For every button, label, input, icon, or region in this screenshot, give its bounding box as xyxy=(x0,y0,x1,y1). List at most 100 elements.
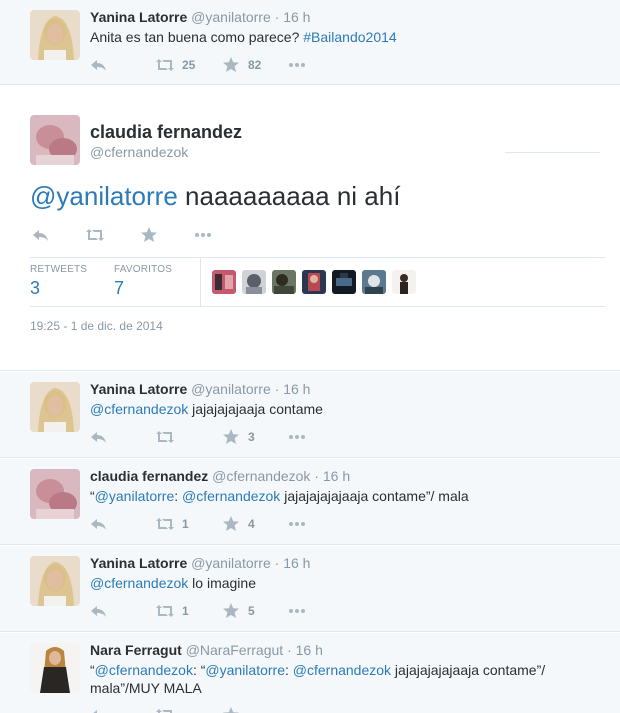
tweet-actions xyxy=(90,707,288,713)
reply-icon xyxy=(90,603,108,619)
favorites-count: 7 xyxy=(114,278,125,298)
favorite-button[interactable] xyxy=(222,707,288,713)
mention-link[interactable]: @cfernandezok xyxy=(90,575,188,591)
reply-button[interactable] xyxy=(90,429,156,445)
retweet-button[interactable] xyxy=(156,707,222,713)
mention-link[interactable]: @cfernandezok xyxy=(293,662,391,678)
mention-link[interactable]: @cfernandezok xyxy=(90,401,188,417)
tweet-header: Nara Ferragut @NaraFerragut · 16 h xyxy=(90,642,323,658)
more-button[interactable] xyxy=(288,603,354,619)
more-button[interactable] xyxy=(194,227,248,243)
mention-link[interactable]: @yanilatorre xyxy=(95,488,175,504)
retweet-count: 1 xyxy=(182,517,189,531)
reply-button[interactable] xyxy=(90,603,156,619)
tweet-text-plain: : xyxy=(284,662,293,678)
favorite-button[interactable]: 4 xyxy=(222,516,288,532)
more-button[interactable] xyxy=(288,516,354,532)
mini-avatar[interactable] xyxy=(332,270,356,294)
tweet-actions: 1 5 xyxy=(90,603,354,619)
separator: · xyxy=(274,9,280,25)
favorite-button[interactable] xyxy=(140,227,194,243)
avatar[interactable] xyxy=(30,469,80,519)
timestamp[interactable]: 16 h xyxy=(296,642,323,658)
favoriters-avatars xyxy=(212,270,416,294)
timestamp[interactable]: 16 h xyxy=(283,555,310,571)
reply-button[interactable] xyxy=(90,516,156,532)
timestamp[interactable]: 16 h xyxy=(283,381,310,397)
mention-link[interactable]: @cfernandezok xyxy=(182,488,280,504)
mini-avatar[interactable] xyxy=(302,270,326,294)
reply-button[interactable] xyxy=(90,57,156,73)
timestamp[interactable]: 16 h xyxy=(283,9,310,25)
author-handle[interactable]: @yanilatorre xyxy=(191,381,271,397)
star-icon xyxy=(222,516,240,532)
retweet-button[interactable] xyxy=(86,227,140,243)
favorites-stat[interactable]: FAVORITOS 7 xyxy=(114,264,172,299)
mention-link[interactable]: @yanilatorre xyxy=(205,662,285,678)
tweet-actions: 25 82 xyxy=(90,57,354,73)
avatar-image xyxy=(30,115,80,165)
retweet-icon xyxy=(156,707,174,713)
tweet-header: Yanina Latorre @yanilatorre · 16 h xyxy=(90,555,310,571)
author-handle[interactable]: @yanilatorre xyxy=(191,9,271,25)
tweet-text-plain: naaaaaaaaa ni ahí xyxy=(177,181,401,211)
author-name[interactable]: Yanina Latorre xyxy=(90,9,187,25)
mini-avatar[interactable] xyxy=(242,270,266,294)
author-name[interactable]: Yanina Latorre xyxy=(90,555,187,571)
retweet-count: 1 xyxy=(182,604,189,618)
retweet-icon xyxy=(156,429,174,445)
more-icon xyxy=(288,516,306,532)
retweet-button[interactable]: 25 xyxy=(156,57,222,73)
mini-avatar[interactable] xyxy=(212,270,236,294)
tweet-card[interactable]: Yanina Latorre @yanilatorre · 16 h Anita… xyxy=(0,0,620,85)
tweet-card[interactable]: Yanina Latorre @yanilatorre · 16 h @cfer… xyxy=(0,546,620,632)
mini-avatar[interactable] xyxy=(392,270,416,294)
author-handle[interactable]: @cfernandezok xyxy=(90,144,188,160)
tweet-stats: RETWEETS 3 FAVORITOS 7 xyxy=(30,257,605,307)
favorite-count: 82 xyxy=(248,58,262,72)
tweet-card[interactable]: claudia fernandez @cfernandezok · 16 h “… xyxy=(0,459,620,545)
favorite-count: 5 xyxy=(248,604,255,618)
avatar[interactable] xyxy=(30,10,80,60)
author-name[interactable]: claudia fernandez xyxy=(90,468,208,484)
retweet-button[interactable] xyxy=(156,429,222,445)
retweet-button[interactable]: 1 xyxy=(156,603,222,619)
tweet-card[interactable]: Yanina Latorre @yanilatorre · 16 h @cfer… xyxy=(0,372,620,458)
author-handle[interactable]: @cfernandezok xyxy=(212,468,310,484)
avatar[interactable] xyxy=(30,643,80,693)
author-name[interactable]: Nara Ferragut xyxy=(90,642,182,658)
reply-button[interactable] xyxy=(90,707,156,713)
star-icon xyxy=(222,707,240,713)
retweet-button[interactable]: 1 xyxy=(156,516,222,532)
mention-link[interactable]: @cfernandezok xyxy=(95,662,193,678)
hashtag-link[interactable]: #Bailando2014 xyxy=(303,29,396,45)
avatar-image xyxy=(30,382,80,432)
tweet-text-plain: jajajajajaaja contame xyxy=(188,401,323,417)
favorite-button[interactable]: 5 xyxy=(222,603,288,619)
tweet-text: “@cfernandezok: “@yanilatorre: @cfernand… xyxy=(90,661,590,697)
timestamp[interactable]: 16 h xyxy=(323,468,350,484)
avatar[interactable] xyxy=(30,382,80,432)
favorite-button[interactable]: 82 xyxy=(222,57,288,73)
favorite-button[interactable]: 3 xyxy=(222,429,288,445)
author-name[interactable]: claudia fernandez xyxy=(90,122,242,143)
separator: · xyxy=(274,555,280,571)
tweet-text: @yanilatorre naaaaaaaaa ni ahí xyxy=(30,181,400,212)
mention-link[interactable]: @yanilatorre xyxy=(30,181,178,211)
tweet-date[interactable]: 19:25 - 1 de dic. de 2014 xyxy=(30,319,163,333)
reply-button[interactable] xyxy=(32,227,86,243)
separator: · xyxy=(274,381,280,397)
author-handle[interactable]: @NaraFerragut xyxy=(186,642,283,658)
author-name[interactable]: Yanina Latorre xyxy=(90,381,187,397)
retweets-stat[interactable]: RETWEETS 3 xyxy=(30,264,87,299)
mini-avatar[interactable] xyxy=(272,270,296,294)
avatar[interactable] xyxy=(30,115,80,165)
mini-avatar[interactable] xyxy=(362,270,386,294)
more-button[interactable] xyxy=(288,429,354,445)
more-button[interactable] xyxy=(288,57,354,73)
avatar[interactable] xyxy=(30,556,80,606)
tweet-card[interactable]: Nara Ferragut @NaraFerragut · 16 h “@cfe… xyxy=(0,633,620,713)
author-handle[interactable]: @yanilatorre xyxy=(191,555,271,571)
star-icon xyxy=(222,603,240,619)
tweet-text-plain: : “ xyxy=(192,662,206,678)
